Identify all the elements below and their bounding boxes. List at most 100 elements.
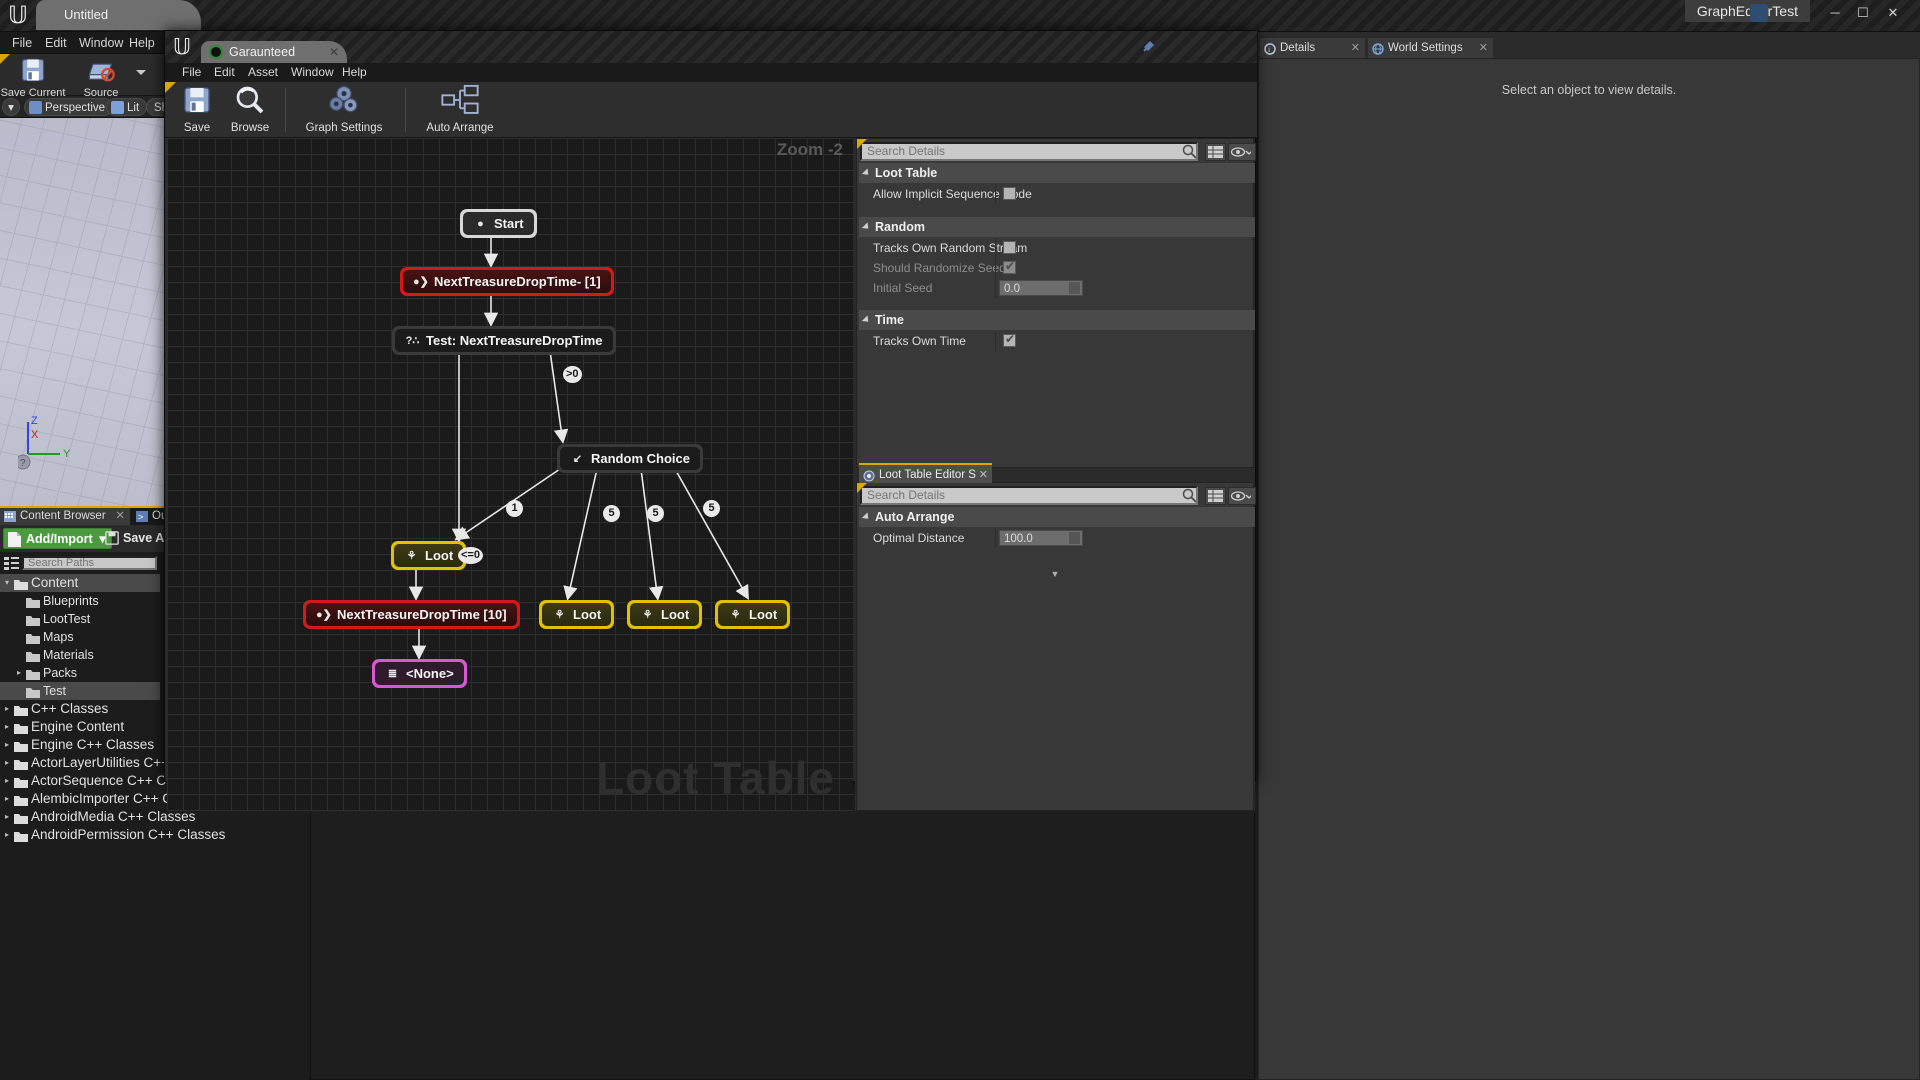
expand-arrow-icon[interactable]: ▸ (2, 772, 12, 790)
graph-node-loot3[interactable]: ⚘Loot (627, 600, 702, 629)
lit-button[interactable]: Lit (106, 98, 147, 116)
category-time[interactable]: Time (859, 310, 1255, 330)
graph-settings-button[interactable]: Graph Settings (289, 84, 399, 136)
initial-seed-input[interactable]: 0.0 (999, 280, 1083, 296)
graph-node-random[interactable]: ↙Random Choice (557, 444, 703, 473)
tab-details[interactable]: i Details ✕ (1260, 38, 1365, 58)
tree-item-loottest[interactable]: LootTest (0, 610, 160, 628)
visibility-button[interactable] (1228, 143, 1256, 161)
graph-canvas[interactable]: Zoom -2 Loot Table ●Start●❯NextTreasureD… (167, 138, 853, 811)
loot-editor-visibility-button[interactable] (1228, 487, 1256, 505)
pin-icon[interactable] (1141, 37, 1157, 53)
expand-arrow-icon[interactable]: ▸ (2, 736, 12, 754)
expand-arrow-icon[interactable]: ▸ (14, 664, 24, 682)
main-maximize-button[interactable]: ☐ (1850, 2, 1876, 24)
graph-node-ntdt10[interactable]: ●❯NextTreasureDropTime [10] (303, 600, 520, 629)
graph-node-loot1[interactable]: ⚘Loot (391, 541, 466, 570)
loot-editor-grid-view-button[interactable] (1205, 487, 1226, 505)
graph-node-start[interactable]: ●Start (460, 209, 537, 238)
graph-node-label: <None> (406, 666, 454, 681)
tree-item-materials[interactable]: Materials (0, 646, 160, 664)
tree-item-androidmedia-c-classes[interactable]: ▸AndroidMedia C++ Classes (0, 808, 160, 826)
property-divider (995, 528, 996, 548)
tree-item-actorlayerutilities-c-classes[interactable]: ▸ActorLayerUtilities C++ Classes (0, 754, 160, 772)
should-randomize-seed-checkbox[interactable] (1003, 261, 1016, 274)
tree-item-blueprints[interactable]: Blueprints (0, 592, 160, 610)
graph-node-none[interactable]: ≣<None> (372, 659, 467, 688)
menu-help[interactable]: Help (120, 32, 164, 54)
graph-menu-asset[interactable]: Asset (239, 63, 287, 82)
tree-item-maps[interactable]: Maps (0, 628, 160, 646)
category-auto-arrange[interactable]: Auto Arrange (859, 507, 1255, 527)
auto-arrange-button[interactable]: Auto Arrange (409, 84, 511, 136)
perspective-button[interactable]: Perspective (24, 98, 113, 116)
search-icon[interactable] (1182, 144, 1197, 164)
tree-item-alembicimporter-c-classes[interactable]: ▸AlembicImporter C++ Classes (0, 790, 160, 808)
expand-arrow-icon[interactable]: ▸ (2, 718, 12, 736)
tree-item-label: Engine C++ Classes (31, 736, 154, 754)
graph-editor-tab[interactable]: Garaunteed ✕ (201, 41, 347, 63)
graph-node-loot4[interactable]: ⚘Loot (715, 600, 790, 629)
tree-item-test[interactable]: Test (0, 682, 160, 700)
tracks-own-random-stream-checkbox[interactable] (1003, 241, 1016, 254)
expand-arrow-icon[interactable]: ▾ (2, 574, 12, 592)
close-icon[interactable]: ✕ (115, 508, 125, 525)
close-icon[interactable]: ✕ (1479, 38, 1488, 58)
add-import-button[interactable]: Add/Import ▾ (3, 528, 112, 549)
grid-view-button[interactable] (1205, 143, 1226, 161)
tracks-own-time-checkbox[interactable] (1003, 334, 1016, 347)
save-all-button[interactable]: Save A (105, 528, 164, 549)
allow-implicit-sequence-node-checkbox[interactable] (1003, 187, 1016, 200)
expand-arrow-icon[interactable]: ▸ (2, 790, 12, 808)
tree-item-packs[interactable]: ▸Packs (0, 664, 160, 682)
tab-content-browser[interactable]: Content Browser ✕ (0, 508, 130, 525)
optimal-distance-input[interactable]: 100.0 (999, 530, 1083, 546)
details-search-input[interactable] (860, 142, 1198, 161)
main-close-button[interactable]: ✕ (1880, 2, 1906, 24)
main-minimize-button[interactable]: ─ (1822, 2, 1848, 24)
tab-loot-table-editor-settings[interactable]: Loot Table Editor S ✕ (859, 463, 992, 483)
graph-browse-button[interactable]: Browse (221, 84, 279, 136)
tree-item-c-classes[interactable]: ▸C++ Classes (0, 700, 160, 718)
graph-node-ntdt1[interactable]: ●❯NextTreasureDropTime- [1] (400, 267, 614, 296)
content-tree[interactable]: ▾ContentBlueprintsLootTestMapsMaterials▸… (0, 574, 160, 844)
tree-item-content[interactable]: ▾Content (0, 574, 160, 592)
graph-menu-help[interactable]: Help (333, 63, 376, 82)
graph-menu-edit[interactable]: Edit (205, 63, 244, 82)
graph-save-button[interactable]: Save (173, 84, 221, 136)
tree-item-engine-c-classes[interactable]: ▸ Engine C++ Classes (0, 736, 160, 754)
expand-arrow-icon[interactable]: ▸ (2, 808, 12, 826)
graph-node-test[interactable]: ?∴Test: NextTreasureDropTime (392, 326, 616, 355)
tab-world-settings[interactable]: World Settings ✕ (1368, 38, 1493, 58)
graph-node-loot2[interactable]: ⚘Loot (539, 600, 614, 629)
chevron-down-icon[interactable] (136, 70, 146, 75)
filters-icon[interactable] (4, 556, 19, 570)
close-icon[interactable]: ✕ (1351, 38, 1360, 58)
expand-arrow-icon[interactable]: ▸ (2, 700, 12, 718)
search-paths-input[interactable] (22, 556, 157, 570)
close-icon[interactable]: ✕ (979, 465, 988, 485)
main-window-tab[interactable]: Untitled (36, 0, 201, 30)
close-icon[interactable]: ✕ (329, 41, 339, 63)
tree-item-actorsequence-c-classes[interactable]: ▸ActorSequence C++ Classes (0, 772, 160, 790)
viewport-options-button[interactable]: ▾ (2, 98, 20, 116)
collapse-arrow-icon[interactable]: ▼ (857, 569, 1253, 579)
expand-arrow-icon[interactable]: ▸ (2, 754, 12, 772)
expand-arrow-icon[interactable]: ▸ (2, 826, 12, 844)
tree-item-engine-content[interactable]: ▸Engine Content (0, 718, 160, 736)
world-settings-icon (1372, 42, 1384, 54)
category-loot-table[interactable]: Loot Table (859, 163, 1255, 183)
save-current-button[interactable]: Save Current (0, 56, 66, 99)
loot-editor-search-input[interactable] (860, 486, 1198, 505)
right-dock-tabbar: i Details ✕ World Settings ✕ (1258, 38, 1920, 58)
stepper-icon[interactable] (1069, 532, 1080, 544)
category-random[interactable]: Random (859, 217, 1255, 237)
stepper-icon[interactable] (1069, 282, 1080, 294)
graph-details-pane: Loot Table Allow Implicit Sequence Node … (855, 138, 1255, 811)
tree-item-androidpermission-c-classes[interactable]: ▸AndroidPermission C++ Classes (0, 826, 160, 844)
toolbar-divider-2 (405, 88, 406, 132)
search-icon[interactable] (1182, 488, 1197, 508)
edge-label: 1 (506, 500, 523, 517)
pin-icon[interactable] (1750, 4, 1768, 22)
node-type-icon: ↙ (570, 452, 585, 465)
